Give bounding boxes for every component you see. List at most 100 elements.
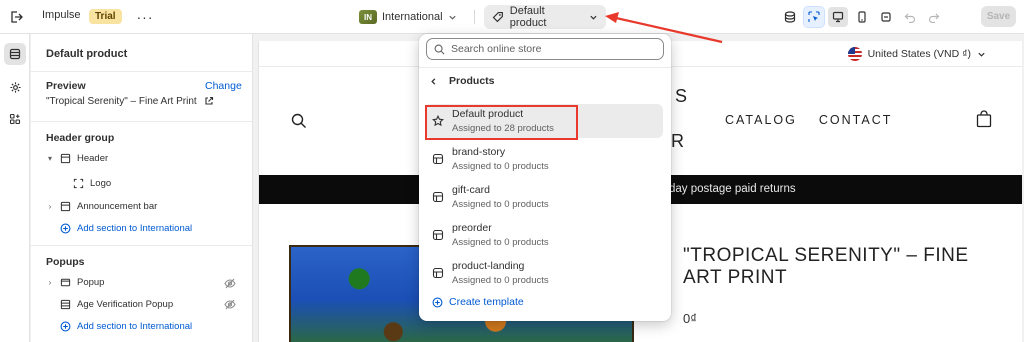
add-section-popups[interactable]: Add section to International — [60, 321, 192, 332]
template-option-brand-story[interactable]: brand-story Assigned to 0 products — [425, 142, 663, 176]
sidebar-title: Default product — [46, 48, 128, 60]
create-template-label: Create template — [449, 296, 524, 308]
section-item-header[interactable]: ▾ Header — [46, 153, 108, 164]
add-section-label: Add section to International — [77, 223, 193, 234]
divider — [31, 71, 253, 72]
locale-label: United States (VND ₫) — [867, 48, 971, 60]
undo-button[interactable] — [900, 7, 920, 27]
us-flag-icon — [847, 47, 862, 61]
divider — [31, 121, 253, 122]
logo-block-icon — [73, 178, 84, 189]
template-assigned-count: Assigned to 0 products — [452, 275, 549, 286]
template-icon — [432, 191, 444, 203]
save-button[interactable]: Save — [981, 6, 1016, 27]
redo-icon — [928, 13, 940, 23]
eye-hidden-icon[interactable] — [224, 278, 236, 289]
section-item-label: Logo — [90, 178, 112, 189]
change-preview-link[interactable]: Change — [205, 80, 242, 92]
trial-badge: Trial — [89, 9, 122, 24]
preview-product-name: "Tropical Serenity" – Fine Art Print — [46, 96, 197, 107]
template-option-product-landing[interactable]: product-landing Assigned to 0 products — [425, 256, 663, 290]
undo-icon — [904, 13, 916, 23]
plus-circle-icon — [60, 321, 71, 332]
theme-name: Impulse — [42, 9, 81, 21]
tag-icon — [492, 11, 503, 23]
fullscreen-button[interactable] — [876, 7, 896, 27]
section-item-popup[interactable]: › Popup — [46, 277, 105, 288]
template-option-preorder[interactable]: preorder Assigned to 0 products — [425, 218, 663, 252]
left-rail — [0, 34, 30, 342]
template-icon — [432, 267, 444, 279]
desktop-view-button[interactable] — [828, 7, 848, 27]
header-section-icon — [60, 299, 71, 310]
create-template-button[interactable]: Create template — [432, 296, 524, 308]
popups-label: Popups — [46, 256, 85, 268]
plus-circle-icon — [432, 297, 443, 307]
search-icon — [434, 44, 445, 54]
store-logo-fragment: S — [675, 86, 688, 106]
market-flag-icon: IN — [359, 10, 377, 24]
section-item-label: Announcement bar — [77, 201, 158, 212]
store-logo-fragment: R — [671, 131, 684, 151]
theme-settings-rail-button[interactable] — [4, 76, 26, 98]
apps-rail-button[interactable] — [4, 108, 26, 130]
mobile-view-button[interactable] — [852, 7, 872, 27]
template-assigned-count: Assigned to 0 products — [452, 161, 549, 172]
template-assigned-count: Assigned to 0 products — [452, 237, 549, 248]
template-name: brand-story — [452, 146, 506, 158]
desktop-icon — [832, 11, 844, 23]
template-name: gift-card — [452, 184, 490, 196]
section-item-age-verification-popup[interactable]: Age Verification Popup — [60, 299, 173, 310]
shopping-bag-icon[interactable] — [976, 110, 992, 128]
section-item-logo[interactable]: Logo — [73, 178, 111, 189]
preview-label: Preview — [46, 80, 86, 92]
exit-editor-button[interactable] — [6, 7, 26, 27]
chevron-down-icon[interactable]: ▾ — [46, 154, 54, 163]
inspector-button[interactable] — [803, 6, 825, 28]
app-embeds-button[interactable] — [780, 7, 800, 27]
market-selector[interactable]: IN International — [359, 7, 457, 27]
header-section-icon — [60, 153, 71, 164]
search-icon[interactable] — [291, 113, 307, 129]
sections-sidebar: Default product Preview Change "Tropical… — [31, 34, 253, 342]
chevron-right-icon[interactable]: › — [46, 202, 54, 211]
template-name: preorder — [452, 222, 492, 234]
sections-icon — [9, 48, 21, 60]
product-title: "TROPICAL SERENITY" – FINE ART PRINT — [683, 245, 969, 288]
template-selector[interactable]: Default product — [484, 5, 606, 29]
template-dropdown: Products Default product Assigned to 28 … — [419, 34, 671, 321]
back-to-products-button[interactable]: Products — [429, 75, 495, 87]
mobile-icon — [858, 11, 866, 23]
add-section-header-group[interactable]: Add section to International — [60, 223, 192, 234]
template-option-gift-card[interactable]: gift-card Assigned to 0 products — [425, 180, 663, 214]
product-price: 0₫ — [683, 311, 697, 326]
divider — [31, 245, 253, 246]
redo-button[interactable] — [924, 7, 944, 27]
template-search-field[interactable] — [426, 38, 664, 60]
template-icon — [432, 153, 444, 165]
eye-hidden-icon[interactable] — [224, 299, 236, 310]
apps-icon — [9, 113, 21, 125]
chevron-down-icon — [448, 15, 456, 20]
nav-link-catalog[interactable]: CATALOG — [725, 113, 797, 127]
cursor-select-icon — [808, 11, 820, 22]
popup-section-icon — [60, 278, 71, 287]
toolbar-icons — [780, 6, 944, 28]
chevron-right-icon[interactable]: › — [46, 278, 54, 287]
section-item-label: Header — [77, 153, 109, 164]
divider — [419, 67, 671, 68]
section-item-announcement-bar[interactable]: › Announcement bar — [46, 201, 158, 212]
exit-icon — [11, 11, 23, 23]
chevron-left-icon — [431, 77, 436, 85]
locale-selector[interactable]: United States (VND ₫) — [847, 47, 986, 61]
header-group-label: Header group — [46, 132, 115, 144]
external-link-icon[interactable] — [204, 96, 214, 106]
template-icon — [432, 229, 444, 241]
gear-icon — [9, 81, 21, 93]
template-search-input[interactable] — [451, 43, 651, 55]
market-label: International — [382, 11, 443, 23]
more-actions-button[interactable]: ··· — [136, 8, 154, 26]
nav-link-contact[interactable]: CONTACT — [819, 113, 893, 127]
store-nav: CATALOG CONTACT — [725, 113, 892, 127]
sections-rail-button[interactable] — [4, 43, 26, 65]
